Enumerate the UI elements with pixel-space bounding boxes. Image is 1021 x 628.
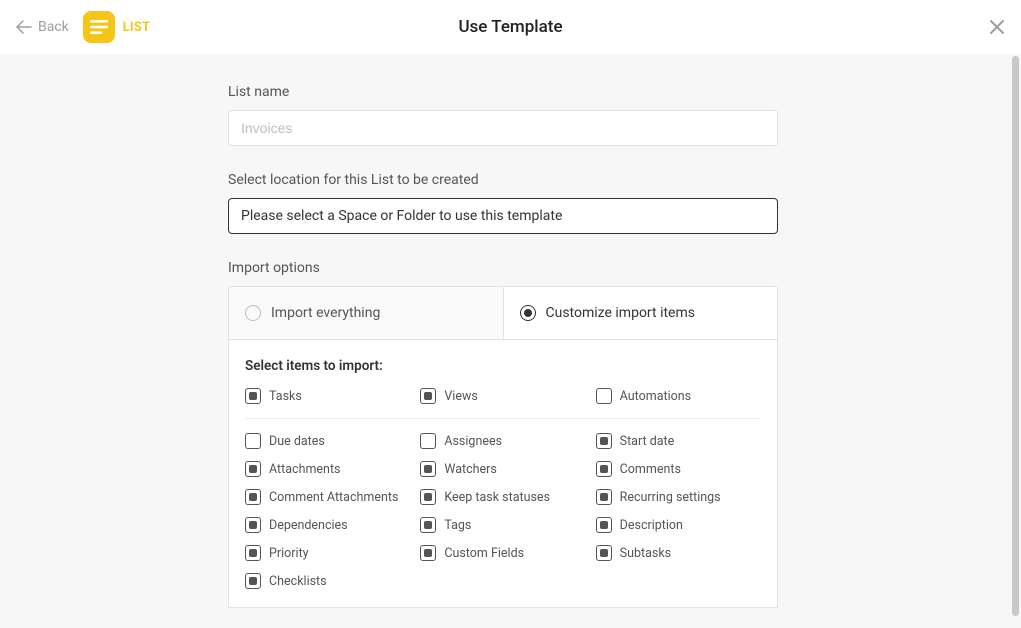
checkbox-label: Custom Fields <box>444 546 524 561</box>
checkbox-icon <box>420 388 436 404</box>
location-section: Select location for this List to be crea… <box>228 172 778 234</box>
list-name-input[interactable] <box>228 110 778 146</box>
checkbox-automations[interactable]: Automations <box>596 388 761 404</box>
customize-import-option[interactable]: Customize import items <box>504 287 778 339</box>
import-options-label: Import options <box>228 260 778 276</box>
checkbox-label: Priority <box>269 546 309 561</box>
radio-icon <box>245 305 261 321</box>
checkbox-label: Checklists <box>269 574 327 589</box>
content-area: List name Select location for this List … <box>0 54 1021 628</box>
checkbox-icon <box>596 388 612 404</box>
checkbox-comments[interactable]: Comments <box>596 461 761 477</box>
checkbox-label: Due dates <box>269 434 325 449</box>
checkbox-label: Watchers <box>444 462 497 477</box>
checkbox-tags[interactable]: Tags <box>420 517 585 533</box>
list-chip-label: LIST <box>123 20 150 35</box>
checkbox-comment-attachments[interactable]: Comment Attachments <box>245 489 410 505</box>
import-section: Import options Import everything Customi… <box>228 260 778 608</box>
checkbox-icon <box>420 517 436 533</box>
import-everything-label: Import everything <box>271 305 380 321</box>
checkbox-icon <box>596 545 612 561</box>
checkbox-watchers[interactable]: Watchers <box>420 461 585 477</box>
checkbox-icon <box>596 433 612 449</box>
back-label: Back <box>38 19 69 35</box>
import-items-panel: Select items to import: Tasks Views Automa… <box>228 340 778 608</box>
customize-import-label: Customize import items <box>546 305 695 321</box>
checkbox-icon <box>420 489 436 505</box>
checkbox-label: Comment Attachments <box>269 490 398 505</box>
checkbox-label: Views <box>444 389 477 404</box>
checkbox-icon <box>245 573 261 589</box>
checkbox-description[interactable]: Description <box>596 517 761 533</box>
close-icon <box>987 17 1007 37</box>
scrollbar[interactable] <box>1012 56 1019 616</box>
import-col-2: Start date Comments Recurring settings Desc… <box>596 433 761 589</box>
back-button[interactable]: Back <box>16 19 69 35</box>
checkbox-label: Assignees <box>444 434 502 449</box>
checkbox-views[interactable]: Views <box>420 388 585 404</box>
checkbox-custom-fields[interactable]: Custom Fields <box>420 545 585 561</box>
checkbox-icon <box>245 388 261 404</box>
import-col-1: Assignees Watchers Keep task statuses Tags C… <box>420 433 585 589</box>
import-top-row: Tasks Views Automations <box>245 388 761 419</box>
checkbox-priority[interactable]: Priority <box>245 545 410 561</box>
checkbox-label: Description <box>620 518 683 533</box>
list-name-section: List name <box>228 84 778 146</box>
import-col-0: Due dates Attachments Comment Attachments D… <box>245 433 410 589</box>
checkbox-due-dates[interactable]: Due dates <box>245 433 410 449</box>
arrow-left-icon <box>16 20 32 34</box>
checkbox-label: Recurring settings <box>620 490 721 505</box>
checkbox-icon <box>245 433 261 449</box>
checkbox-icon <box>420 433 436 449</box>
checkbox-attachments[interactable]: Attachments <box>245 461 410 477</box>
top-bar: Back LIST Use Template <box>0 0 1021 54</box>
checkbox-icon <box>596 489 612 505</box>
list-icon <box>83 11 115 43</box>
checkbox-recurring-settings[interactable]: Recurring settings <box>596 489 761 505</box>
checkbox-icon <box>245 489 261 505</box>
checkbox-checklists[interactable]: Checklists <box>245 573 410 589</box>
location-label: Select location for this List to be crea… <box>228 172 778 188</box>
checkbox-label: Tasks <box>269 389 302 404</box>
checkbox-label: Automations <box>620 389 691 404</box>
checkbox-label: Subtasks <box>620 546 671 561</box>
checkbox-start-date[interactable]: Start date <box>596 433 761 449</box>
checkbox-icon <box>245 461 261 477</box>
checkbox-dependencies[interactable]: Dependencies <box>245 517 410 533</box>
checkbox-label: Tags <box>444 518 471 533</box>
checkbox-label: Attachments <box>269 462 341 477</box>
import-everything-option[interactable]: Import everything <box>229 287 504 339</box>
checkbox-icon <box>596 517 612 533</box>
location-select[interactable]: Please select a Space or Folder to use t… <box>228 198 778 234</box>
list-chip: LIST <box>83 11 150 43</box>
checkbox-icon <box>420 461 436 477</box>
import-items-grid: Due dates Attachments Comment Attachments D… <box>245 433 761 589</box>
checkbox-label: Dependencies <box>269 518 348 533</box>
list-name-label: List name <box>228 84 778 100</box>
checkbox-icon <box>245 545 261 561</box>
select-items-label: Select items to import: <box>245 358 761 374</box>
checkbox-label: Keep task statuses <box>444 490 550 505</box>
checkbox-icon <box>420 545 436 561</box>
checkbox-icon <box>245 517 261 533</box>
close-button[interactable] <box>987 17 1007 37</box>
radio-icon <box>520 305 536 321</box>
checkbox-label: Comments <box>620 462 681 477</box>
checkbox-assignees[interactable]: Assignees <box>420 433 585 449</box>
import-toggle: Import everything Customize import items <box>228 286 778 340</box>
checkbox-label: Start date <box>620 434 675 449</box>
checkbox-icon <box>596 461 612 477</box>
page-title: Use Template <box>458 17 562 37</box>
location-placeholder: Please select a Space or Folder to use t… <box>241 208 562 224</box>
checkbox-subtasks[interactable]: Subtasks <box>596 545 761 561</box>
checkbox-tasks[interactable]: Tasks <box>245 388 410 404</box>
checkbox-keep-task-statuses[interactable]: Keep task statuses <box>420 489 585 505</box>
